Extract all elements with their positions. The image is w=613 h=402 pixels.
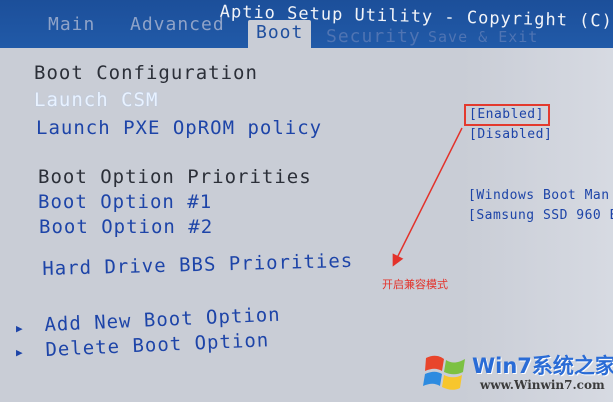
annotation-label: 开启兼容模式 (382, 278, 448, 291)
watermark: Win7系统之家 www.Winwin7.com (418, 346, 613, 402)
windows-logo-icon (423, 355, 465, 390)
annotation-arrow (392, 127, 463, 267)
watermark-text: Win7系统之家 (472, 354, 613, 378)
watermark-url: www.Winwin7.com (480, 378, 605, 392)
